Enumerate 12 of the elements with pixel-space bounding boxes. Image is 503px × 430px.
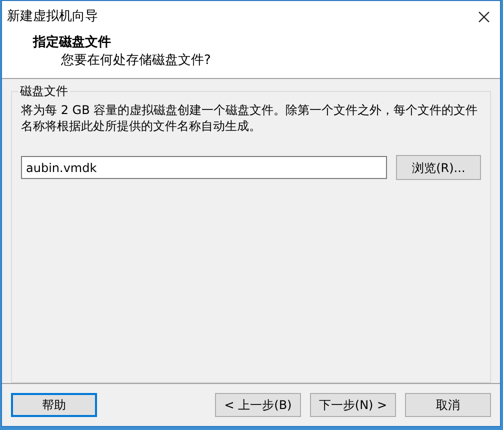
group-label: 磁盘文件 xyxy=(18,83,70,100)
dialog-button[interactable]: 下一步(N) > xyxy=(310,393,396,418)
dialog-button[interactable]: < 上一步(B) xyxy=(215,393,301,418)
window-title: 新建虚拟机向导 xyxy=(7,8,98,26)
dialog-button[interactable]: 取消 xyxy=(405,393,491,418)
description-text: 将为每 2 GB 容量的虚拟磁盘创建一个磁盘文件。除第一个文件之外，每个文件的文件名称将根据此处所提供的文件名称自动生成。 xyxy=(21,102,479,134)
browse-button[interactable]: 浏览(R)... xyxy=(396,155,481,180)
page-subtitle: 您要在何处存储磁盘文件? xyxy=(60,52,212,70)
file-name-field[interactable]: aubin.vmdk xyxy=(21,156,388,180)
dialog-button[interactable]: 帮助 xyxy=(11,393,97,418)
page-heading: 指定磁盘文件 xyxy=(33,34,112,52)
close-icon[interactable] xyxy=(478,10,490,23)
